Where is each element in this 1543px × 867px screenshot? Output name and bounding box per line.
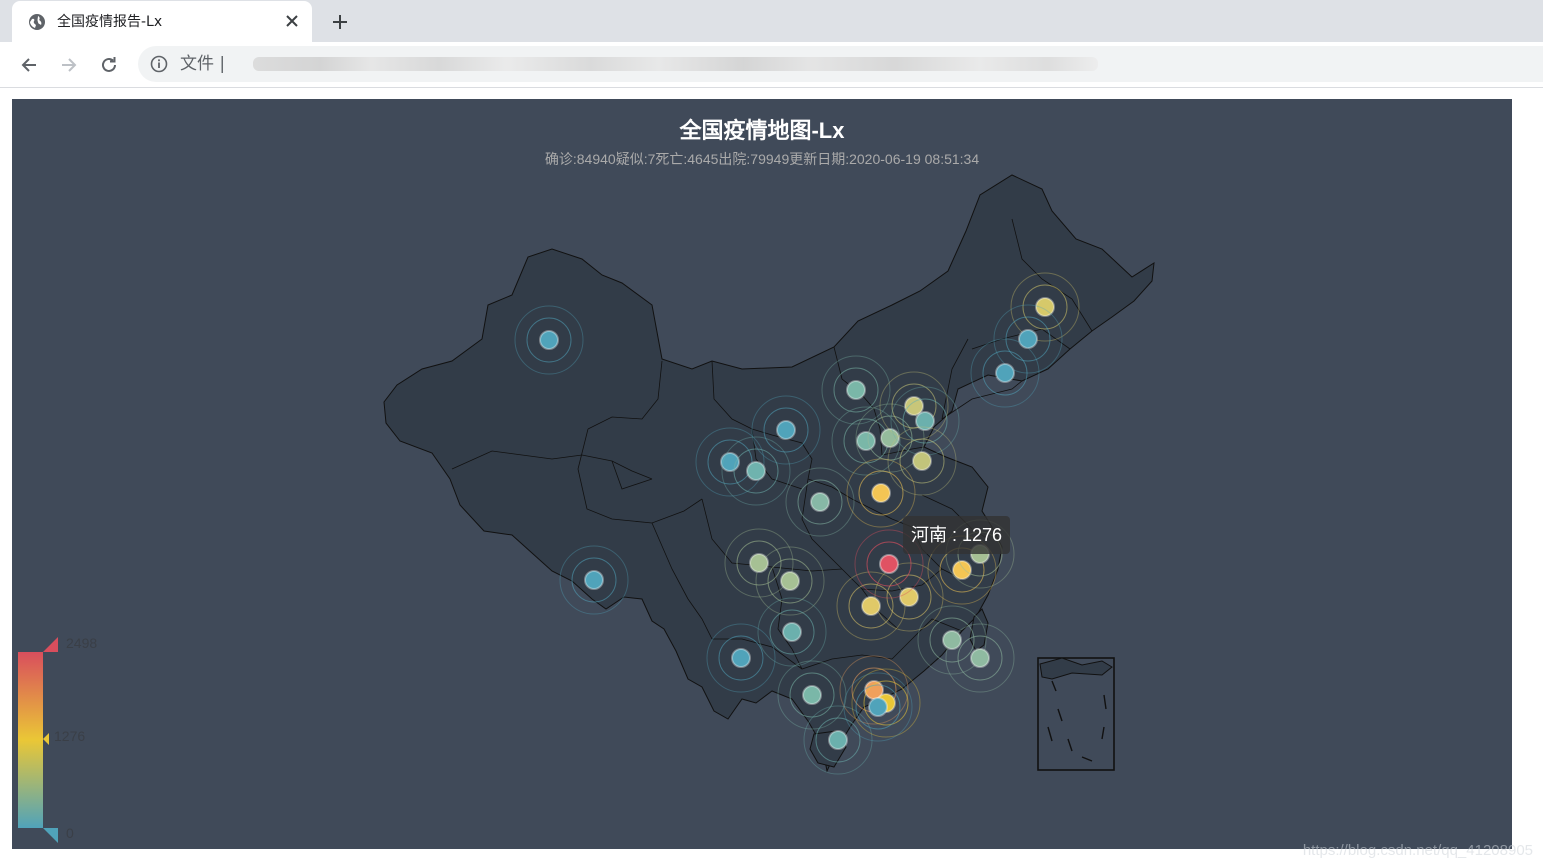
visual-map-pointer-label: 1276 bbox=[54, 728, 86, 744]
scatter-point[interactable] bbox=[746, 461, 766, 481]
scatter-point[interactable] bbox=[539, 330, 559, 350]
map-tooltip: 河南 : 1276 bbox=[903, 516, 1011, 554]
scatter-point[interactable] bbox=[995, 363, 1015, 383]
address-bar[interactable]: 文件 | bbox=[138, 46, 1543, 82]
scatter-point[interactable] bbox=[810, 492, 830, 512]
scatter-point[interactable] bbox=[942, 630, 962, 650]
china-map[interactable] bbox=[12, 99, 1512, 849]
visual-map-max-label: 2498 bbox=[66, 635, 98, 651]
scatter-point[interactable] bbox=[780, 571, 800, 591]
scatter-point[interactable] bbox=[952, 560, 972, 580]
scatter-point[interactable] bbox=[802, 685, 822, 705]
close-icon[interactable] bbox=[282, 11, 302, 31]
watermark: https://blog.csdn.net/qq_41208905 bbox=[1302, 842, 1533, 859]
browser-tab[interactable]: 全国疫情报告-Lx bbox=[12, 1, 312, 42]
south-sea-inset bbox=[1037, 657, 1115, 771]
chart-subtitle: 确诊:84940疑似:7死亡:4645出院:79949更新日期:2020-06-… bbox=[544, 151, 980, 167]
address-scheme-label: 文件 | bbox=[180, 54, 226, 74]
info-icon[interactable] bbox=[150, 55, 168, 73]
tab-strip: 全国疫情报告-Lx bbox=[0, 0, 1543, 42]
visual-map-pointer bbox=[43, 733, 49, 745]
back-icon[interactable] bbox=[16, 52, 42, 78]
tab-title: 全国疫情报告-Lx bbox=[57, 14, 163, 30]
visual-map-bar[interactable] bbox=[18, 652, 43, 828]
visual-map-top-handle[interactable] bbox=[43, 637, 58, 652]
reload-icon[interactable] bbox=[96, 52, 122, 78]
visual-map-bottom-handle[interactable] bbox=[43, 828, 58, 843]
scatter-point[interactable] bbox=[899, 587, 919, 607]
scatter-point[interactable] bbox=[846, 380, 866, 400]
plus-icon[interactable] bbox=[327, 9, 353, 35]
scatter-point[interactable] bbox=[912, 451, 932, 471]
visual-map[interactable] bbox=[18, 637, 58, 843]
scatter-point[interactable] bbox=[856, 431, 876, 451]
scatter-point[interactable] bbox=[749, 553, 769, 573]
page-viewport: 全国疫情地图-Lx 确诊:84940疑似:7死亡:4645出院:79949更新日… bbox=[0, 88, 1543, 867]
scatter-point[interactable] bbox=[1018, 329, 1038, 349]
chart-title: 全国疫情地图-Lx bbox=[679, 118, 845, 143]
scatter-point[interactable] bbox=[731, 648, 751, 668]
forward-icon[interactable] bbox=[56, 52, 82, 78]
epidemic-map-chart[interactable]: 全国疫情地图-Lx 确诊:84940疑似:7死亡:4645出院:79949更新日… bbox=[12, 99, 1512, 849]
scatter-point[interactable] bbox=[828, 730, 848, 750]
address-url-redacted bbox=[253, 57, 1098, 71]
globe-icon bbox=[29, 14, 45, 30]
scatter-point[interactable] bbox=[970, 648, 990, 668]
scatter-point[interactable] bbox=[868, 697, 888, 717]
scatter-point[interactable] bbox=[584, 570, 604, 590]
visual-map-min-label: 0 bbox=[66, 825, 74, 841]
scatter-point-henan[interactable] bbox=[879, 554, 899, 574]
scatter-point[interactable] bbox=[871, 483, 891, 503]
scatter-point[interactable] bbox=[782, 622, 802, 642]
scatter-point[interactable] bbox=[861, 596, 881, 616]
browser-toolbar: 文件 | bbox=[0, 42, 1543, 88]
scatter-point[interactable] bbox=[776, 420, 796, 440]
